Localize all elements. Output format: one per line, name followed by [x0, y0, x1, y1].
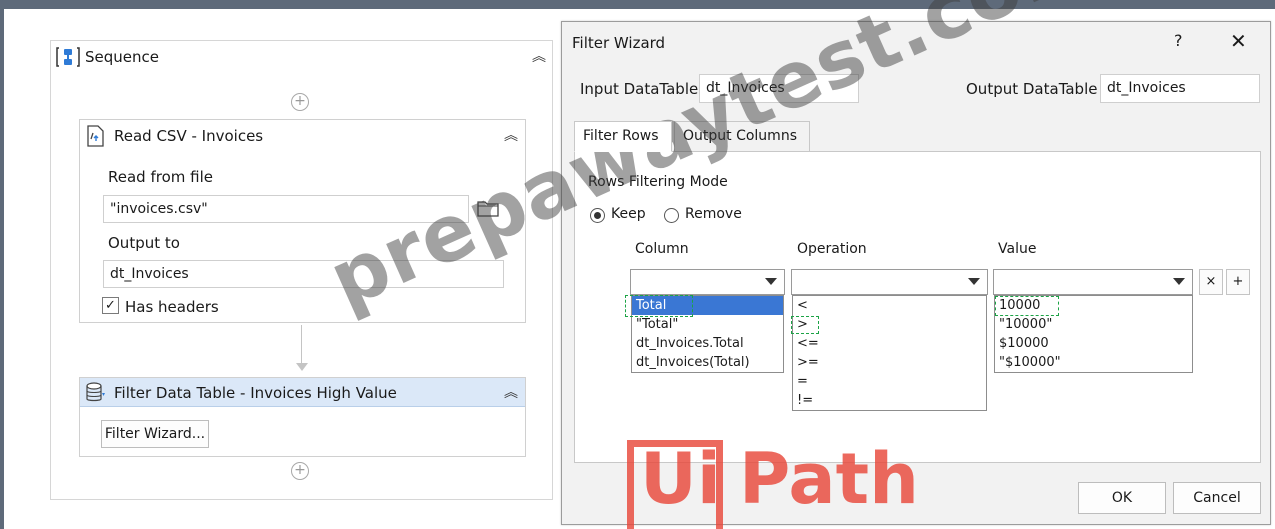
sequence-icon — [56, 47, 80, 67]
operation-combobox[interactable] — [791, 269, 988, 295]
operation-header: Operation — [797, 241, 867, 257]
chevron-down-icon[interactable] — [765, 278, 777, 285]
output-datatable-label: Output DataTable — [966, 80, 1098, 98]
list-item[interactable]: dt_Invoices(Total) — [632, 353, 783, 372]
filter-rows-panel: Rows Filtering Mode Keep Remove Column O… — [574, 151, 1261, 463]
chevron-down-icon[interactable] — [968, 278, 980, 285]
list-item[interactable]: != — [793, 391, 986, 410]
collapse-filter-data-table-icon[interactable]: ︽ — [504, 386, 518, 400]
list-item[interactable]: <= — [793, 334, 986, 353]
output-datatable-field[interactable]: dt_Invoices — [1100, 74, 1260, 103]
has-headers-checkbox[interactable]: ✓ — [102, 297, 119, 314]
filter-wizard-button[interactable]: Filter Wizard... — [101, 420, 209, 448]
read-from-file-label: Read from file — [108, 168, 213, 186]
operation-dropdown-list[interactable]: < > <= >= = != — [792, 295, 987, 411]
list-item[interactable]: "10000" — [995, 315, 1192, 334]
answer-marker-column — [625, 295, 693, 317]
help-icon[interactable]: ? — [1174, 31, 1183, 50]
logo-path-text: Path — [739, 438, 919, 520]
remove-label: Remove — [685, 206, 742, 222]
read-csv-icon — [87, 125, 104, 147]
filter-data-table-icon — [86, 382, 105, 402]
remove-row-button[interactable]: × — [1199, 269, 1223, 295]
ok-button[interactable]: OK — [1078, 482, 1166, 514]
value-header: Value — [998, 241, 1037, 257]
collapse-sequence-icon[interactable]: ︽ — [532, 50, 546, 64]
list-item[interactable]: >= — [793, 353, 986, 372]
answer-marker-value — [995, 296, 1059, 316]
add-activity-bottom-icon[interactable]: + — [291, 462, 309, 480]
filter-data-table-title: Filter Data Table - Invoices High Value — [114, 384, 397, 402]
connector-line — [301, 325, 302, 363]
add-activity-top-icon[interactable]: + — [291, 93, 309, 111]
remove-radio[interactable] — [664, 208, 679, 223]
cancel-button[interactable]: Cancel — [1173, 482, 1261, 514]
list-item[interactable]: < — [793, 296, 986, 315]
list-item[interactable]: = — [793, 372, 986, 391]
logo-ui-text: Ui — [640, 438, 721, 520]
close-icon[interactable]: ✕ — [1230, 29, 1247, 53]
filter-data-table-activity[interactable]: Filter Data Table - Invoices High Value … — [79, 377, 526, 457]
column-header: Column — [635, 241, 689, 257]
has-headers-label: Has headers — [125, 298, 219, 316]
collapse-read-csv-icon[interactable]: ︽ — [504, 129, 518, 143]
list-item[interactable]: $10000 — [995, 334, 1192, 353]
connector-arrow-icon — [296, 363, 308, 371]
add-row-button[interactable]: + — [1226, 269, 1250, 295]
list-item[interactable]: dt_Invoices.Total — [632, 334, 783, 353]
sequence-header[interactable]: Sequence ︽ — [51, 41, 552, 71]
chevron-down-icon[interactable] — [1173, 278, 1185, 285]
column-combobox[interactable] — [630, 269, 785, 295]
output-to-label: Output to — [108, 234, 180, 252]
read-csv-title: Read CSV - Invoices — [114, 127, 264, 145]
list-item[interactable]: "Total" — [632, 315, 783, 334]
answer-marker-operation — [791, 316, 819, 334]
list-item[interactable]: > — [793, 315, 986, 334]
tab-filter-rows[interactable]: Filter Rows — [574, 121, 672, 152]
value-combobox[interactable] — [993, 269, 1193, 295]
list-item[interactable]: "$10000" — [995, 353, 1192, 372]
sequence-title: Sequence — [85, 48, 159, 66]
dialog-title: Filter Wizard — [572, 34, 666, 52]
